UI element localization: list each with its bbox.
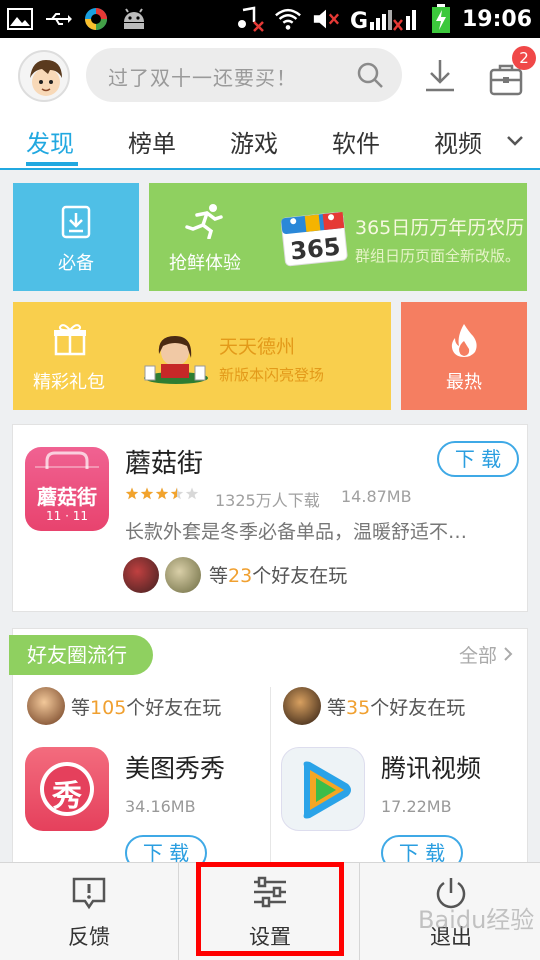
- view-all-link[interactable]: 全部: [459, 641, 513, 668]
- feedback-button[interactable]: 反馈: [0, 863, 178, 960]
- tab-rankings[interactable]: 榜单: [128, 124, 176, 159]
- tencent-video-app-icon[interactable]: [281, 747, 365, 831]
- download-count: 1325万人下载: [215, 491, 320, 510]
- hot-tile[interactable]: 最热: [401, 302, 527, 410]
- tab-games[interactable]: 游戏: [230, 124, 278, 159]
- promo-calendar-tile[interactable]: 抢鲜体验 365 365日历万年历农历 群组日历页面全新改版。: [149, 183, 527, 291]
- baidu-watermark: Baidu经验: [418, 906, 535, 934]
- featured-app-name[interactable]: 蘑菇街: [125, 443, 203, 480]
- promo2-title: 天天德州: [219, 336, 296, 358]
- status-bar: G 19:06: [0, 0, 540, 38]
- gift-label: 精彩礼包: [33, 372, 105, 393]
- volume-muted-icon: [312, 6, 340, 32]
- signal-icon: G: [350, 6, 420, 32]
- try-new-label: 抢鲜体验: [169, 253, 241, 274]
- friends-circle-card: 好友圈流行 全部 等105个好友在玩 秀 美图秀秀 34.16MB 下 载 等3…: [9, 628, 528, 878]
- tab-discover[interactable]: 发现: [26, 124, 74, 159]
- meitu-app-size: 34.16MB: [125, 797, 196, 816]
- tencent-video-app-name[interactable]: 腾讯视频: [381, 749, 481, 785]
- featured-download-button[interactable]: 下 载: [437, 441, 519, 477]
- promo-poker-tile[interactable]: 精彩礼包 天天德州 新版本闪亮登场: [13, 302, 391, 410]
- feedback-icon: [71, 875, 107, 915]
- chevron-right-icon: [504, 647, 513, 661]
- settings-highlight-box: [196, 862, 344, 956]
- svg-text:365: 365: [289, 232, 342, 265]
- friend-avatar: [283, 687, 321, 725]
- user-avatar[interactable]: [18, 50, 70, 102]
- tab-software[interactable]: 软件: [332, 124, 380, 159]
- chevron-down-icon[interactable]: [506, 132, 524, 151]
- meitu-icon-text: 秀: [52, 779, 82, 814]
- download-manager-icon[interactable]: [420, 56, 460, 96]
- download-box-icon: [60, 205, 92, 243]
- gift-icon: [53, 322, 87, 360]
- music-muted-icon: [236, 6, 264, 32]
- app-size: 14.87MB: [341, 487, 412, 506]
- promo1-subtitle: 群组日历页面全新改版。: [355, 247, 521, 265]
- notification-badge: 2: [512, 46, 536, 70]
- mogujie-icon-subtext: 11 · 11: [46, 509, 88, 523]
- android-icon: [120, 6, 148, 32]
- gallery-icon: [6, 6, 34, 32]
- friends-playing-text: 等105个好友在玩: [71, 697, 222, 719]
- app-screen: G 19:06 过了双十一还要买！ 2 发现 榜单 游戏 软件 视频 必备 抢鲜…: [0, 0, 540, 960]
- essential-label: 必备: [58, 253, 94, 274]
- running-man-icon: [185, 203, 225, 243]
- star-filled-icon: [140, 487, 154, 500]
- poker-game-icon: [143, 332, 209, 388]
- star-filled-icon: [155, 487, 169, 500]
- app-description: 长款外套是冬季必备单品，温暖舒适不…: [125, 521, 468, 543]
- friend-avatar: [165, 557, 201, 593]
- top-header: 过了双十一还要买！ 2: [0, 38, 540, 114]
- promo2-subtitle: 新版本闪亮登场: [219, 366, 325, 384]
- search-icon[interactable]: [356, 61, 384, 93]
- star-icon: [185, 487, 199, 500]
- rating-stars: [125, 487, 201, 505]
- category-tabs: 发现 榜单 游戏 软件 视频: [0, 114, 540, 170]
- mogujie-app-icon: 蘑菇街 11 · 11: [25, 447, 109, 531]
- usb-icon: [44, 6, 72, 32]
- svg-text:G: G: [350, 9, 368, 32]
- essential-tile[interactable]: 必备: [13, 183, 139, 291]
- clock: 19:06: [461, 6, 532, 32]
- promo1-title: 365日历万年历农历: [355, 217, 525, 239]
- wifi-icon: [274, 6, 302, 32]
- tab-video[interactable]: 视频: [434, 124, 482, 159]
- battery-charging-icon: [430, 4, 452, 33]
- mogujie-icon-text: 蘑菇街: [37, 485, 97, 509]
- meitu-app-icon[interactable]: 秀: [25, 747, 109, 831]
- friends-playing-text: 等35个好友在玩: [327, 697, 466, 719]
- friends-playing-text: 等23个好友在玩: [209, 565, 348, 587]
- divider: [359, 863, 360, 960]
- search-placeholder: 过了双十一还要买！: [108, 66, 297, 90]
- feedback-label: 反馈: [68, 925, 110, 949]
- friends-circle-title: 好友圈流行: [9, 635, 153, 675]
- app-store-icon: [82, 6, 110, 32]
- meitu-app-name[interactable]: 美图秀秀: [125, 749, 225, 785]
- search-bar[interactable]: 过了双十一还要买！: [86, 48, 402, 102]
- tencent-video-app-size: 17.22MB: [381, 797, 452, 816]
- featured-app-card[interactable]: 蘑菇街 11 · 11 蘑菇街 下 载 1325万人下载 14.87MB 长款外…: [12, 424, 528, 612]
- divider: [178, 863, 179, 960]
- flame-icon: [449, 322, 479, 362]
- friend-avatar: [27, 687, 65, 725]
- hot-label: 最热: [446, 372, 482, 393]
- friend-avatar: [123, 557, 159, 593]
- column-divider: [270, 687, 271, 877]
- calendar-365-icon: 365: [277, 207, 353, 271]
- toolbox-icon[interactable]: 2: [484, 46, 536, 98]
- star-filled-icon: [125, 487, 139, 500]
- active-tab-indicator: [26, 162, 78, 166]
